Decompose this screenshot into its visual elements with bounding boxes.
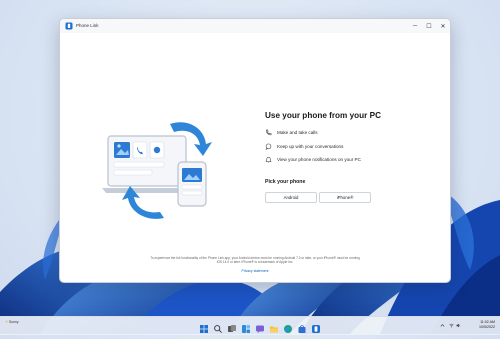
feature-label: Keep up with your conversations	[277, 143, 344, 149]
widgets-icon[interactable]	[241, 321, 251, 333]
chevron-up-icon[interactable]	[440, 323, 445, 328]
weather-icon: ☀	[5, 320, 9, 324]
window-title: Phone Link	[76, 23, 99, 28]
privacy-statement-link[interactable]: Privacy statement	[210, 269, 300, 273]
clock[interactable]: 11:02 AM 10/5/2022	[463, 320, 495, 330]
task-view-icon[interactable]	[227, 321, 237, 332]
start-icon[interactable]	[199, 321, 209, 333]
taskbar: ☀ Sunny 11:02 AM 10/5/2022	[0, 316, 500, 335]
chat-bubble-icon	[265, 143, 272, 150]
store-icon[interactable]	[297, 321, 307, 333]
android-button[interactable]: Android	[265, 192, 317, 203]
edge-icon[interactable]	[283, 321, 293, 333]
bell-icon	[265, 156, 272, 162]
chat-icon[interactable]	[255, 321, 265, 334]
feature-calls: Make and take calls	[265, 128, 318, 136]
maximize-button[interactable]: ☐	[422, 19, 436, 33]
feature-label: View your phone notifications on your PC	[277, 156, 361, 162]
weather-label: Sunny	[9, 320, 19, 324]
title-bar[interactable]: Phone Link ─ ☐ ✕	[60, 19, 450, 33]
phone-link-app-icon	[65, 22, 73, 30]
chat-glyph-icon	[153, 146, 161, 154]
search-icon[interactable]	[213, 321, 223, 333]
clock-date: 10/5/2022	[479, 325, 495, 329]
feature-notifications: View your phone notifications on your PC	[265, 155, 361, 163]
feature-label: Make and take calls	[277, 129, 318, 135]
main-heading: Use your phone from your PC	[265, 111, 382, 120]
feature-conversations: Keep up with your conversations	[265, 142, 343, 150]
wifi-icon[interactable]	[449, 323, 454, 328]
phone-link-window: Phone Link ─ ☐ ✕ Use your phone from you…	[59, 18, 451, 283]
pick-phone-label: Pick your phone	[265, 179, 306, 185]
phone-call-icon	[266, 129, 272, 135]
requirements-footnote: To experience the full functionality of …	[150, 256, 360, 265]
file-explorer-icon[interactable]	[269, 321, 279, 333]
pc-phone-illustration	[102, 122, 212, 219]
volume-icon[interactable]	[456, 323, 461, 328]
phone-link-icon[interactable]	[311, 321, 321, 333]
weather-widget[interactable]: ☀ Sunny	[5, 320, 19, 325]
close-button[interactable]: ✕	[436, 19, 450, 33]
iphone-button[interactable]: iPhone®	[319, 192, 371, 203]
minimize-button[interactable]: ─	[408, 19, 422, 33]
